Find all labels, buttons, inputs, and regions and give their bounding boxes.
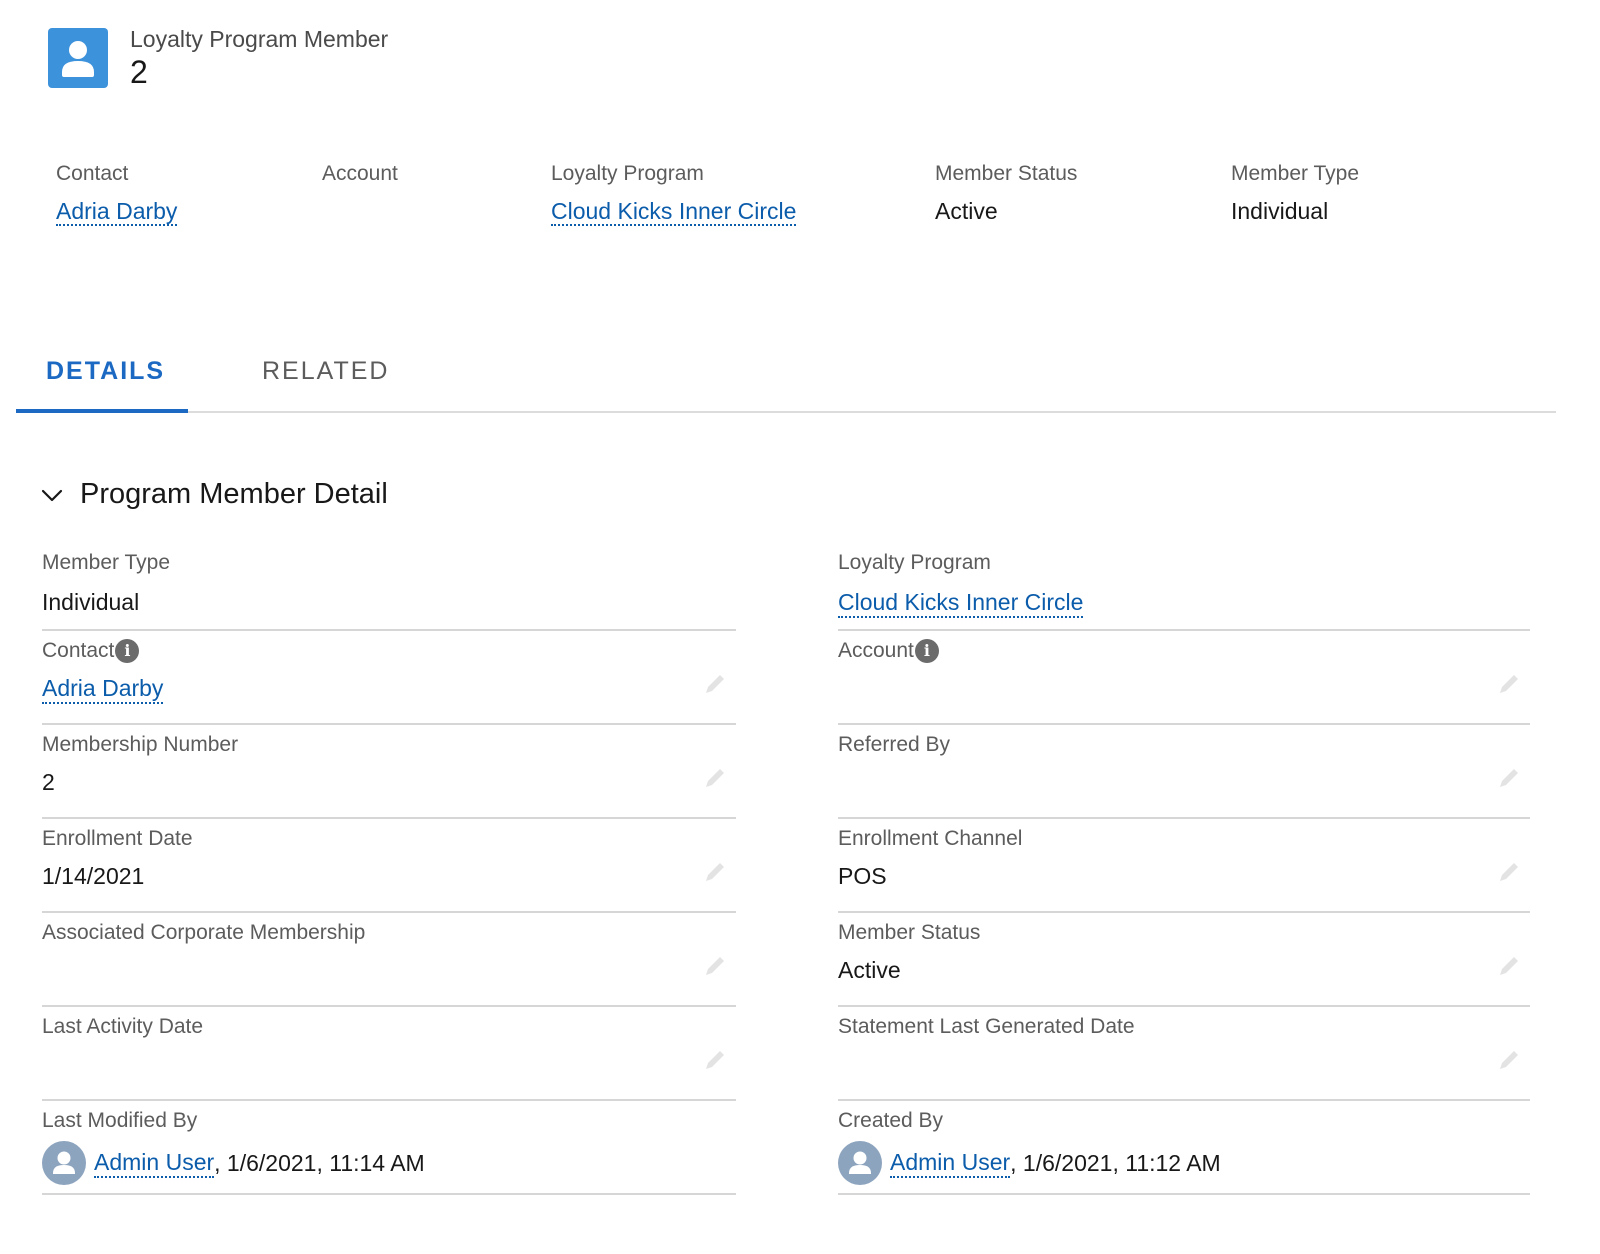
field-membership-number: Membership Number 2	[42, 725, 736, 819]
field-value: Active	[838, 957, 901, 983]
detail-column-right: Loyalty Program Cloud Kicks Inner Circle…	[838, 545, 1530, 1195]
loyalty-program-link[interactable]: Cloud Kicks Inner Circle	[551, 198, 797, 226]
highlight-label: Member Status	[935, 162, 1078, 185]
edit-pencil-icon[interactable]	[1496, 1047, 1522, 1073]
tab-related[interactable]: RELATED	[262, 357, 389, 386]
highlight-label: Loyalty Program	[551, 162, 704, 185]
info-icon[interactable]: i	[914, 639, 939, 663]
field-label: Membership Number	[42, 733, 239, 756]
highlight-label: Account	[322, 162, 398, 185]
highlight-value: Active	[935, 198, 998, 224]
edit-pencil-icon[interactable]	[702, 765, 728, 791]
detail-column-left: Member Type Individual Contact i Adria Da…	[42, 545, 736, 1195]
field-last-modified-by: Last Modified By Admin User, 1/6/2021, 1…	[42, 1101, 736, 1195]
field-label: Created By	[838, 1109, 944, 1132]
highlight-label: Member Type	[1231, 162, 1359, 185]
field-label: Account	[838, 639, 914, 662]
field-value: POS	[838, 863, 887, 889]
highlight-value: Individual	[1231, 198, 1329, 224]
created-timestamp: , 1/6/2021, 11:12 AM	[1010, 1149, 1221, 1176]
field-label: Loyalty Program	[838, 551, 991, 574]
field-label: Member Type	[42, 551, 170, 574]
field-associated-corporate-membership: Associated Corporate Membership	[42, 913, 736, 1007]
record-type-icon	[48, 28, 108, 88]
section-toggle[interactable]: Program Member Detail	[40, 478, 388, 511]
highlight-member-status: Member Status Active	[935, 160, 1077, 226]
section-title: Program Member Detail	[80, 478, 388, 510]
contact-link[interactable]: Adria Darby	[42, 675, 164, 704]
field-contact: Contact i Adria Darby	[42, 631, 736, 725]
highlight-member-type: Member Type Individual	[1231, 160, 1359, 226]
user-icon	[849, 1151, 871, 1174]
field-label: Enrollment Date	[42, 827, 193, 850]
edit-pencil-icon[interactable]	[702, 953, 728, 979]
chevron-down-icon	[41, 489, 63, 501]
field-enrollment-date: Enrollment Date 1/14/2021	[42, 819, 736, 913]
field-label: Last Modified By	[42, 1109, 198, 1132]
user-link[interactable]: Admin User	[890, 1149, 1011, 1178]
tab-bar: DETAILS RELATED	[16, 345, 1556, 413]
field-label: Referred By	[838, 733, 951, 756]
user-icon	[62, 41, 94, 77]
tab-details[interactable]: DETAILS	[46, 357, 165, 386]
avatar	[838, 1141, 882, 1185]
field-label: Enrollment Channel	[838, 827, 1023, 850]
field-label: Associated Corporate Membership	[42, 921, 366, 944]
edit-pencil-icon[interactable]	[702, 1047, 728, 1073]
field-label: Statement Last Generated Date	[838, 1015, 1135, 1038]
user-link[interactable]: Admin User	[94, 1149, 215, 1178]
edit-pencil-icon[interactable]	[702, 859, 728, 885]
contact-link[interactable]: Adria Darby	[56, 198, 178, 226]
record-object-type: Loyalty Program Member	[130, 26, 389, 52]
edit-pencil-icon[interactable]	[702, 671, 728, 697]
highlight-loyalty-program: Loyalty Program Cloud Kicks Inner Circle	[551, 160, 797, 226]
field-last-activity-date: Last Activity Date	[42, 1007, 736, 1101]
field-statement-last-generated-date: Statement Last Generated Date	[838, 1007, 1530, 1101]
highlight-label: Contact	[56, 162, 129, 185]
field-label: Member Status	[838, 921, 981, 944]
field-member-type: Member Type Individual	[42, 545, 736, 631]
edit-pencil-icon[interactable]	[1496, 859, 1522, 885]
edit-pencil-icon[interactable]	[1496, 671, 1522, 697]
record-name: 2	[130, 54, 148, 90]
field-created-by: Created By Admin User, 1/6/2021, 11:12 A…	[838, 1101, 1530, 1195]
field-label: Last Activity Date	[42, 1015, 204, 1038]
edit-pencil-icon[interactable]	[1496, 765, 1522, 791]
loyalty-program-link[interactable]: Cloud Kicks Inner Circle	[838, 589, 1084, 618]
field-value: 1/14/2021	[42, 863, 145, 889]
field-label: Contact	[42, 639, 115, 662]
highlight-contact: Contact Adria Darby	[56, 160, 178, 226]
info-icon[interactable]: i	[115, 639, 140, 663]
user-icon	[53, 1151, 75, 1174]
field-value: Individual	[42, 589, 140, 615]
field-loyalty-program: Loyalty Program Cloud Kicks Inner Circle	[838, 545, 1530, 631]
field-member-status: Member Status Active	[838, 913, 1530, 1007]
active-tab-indicator	[16, 409, 188, 413]
field-referred-by: Referred By	[838, 725, 1530, 819]
modified-timestamp: , 1/6/2021, 11:14 AM	[214, 1149, 425, 1176]
edit-pencil-icon[interactable]	[1496, 953, 1522, 979]
avatar	[42, 1141, 86, 1185]
highlight-account: Account	[322, 160, 398, 196]
field-enrollment-channel: Enrollment Channel POS	[838, 819, 1530, 913]
field-value: 2	[42, 769, 55, 795]
field-account: Account i	[838, 631, 1530, 725]
